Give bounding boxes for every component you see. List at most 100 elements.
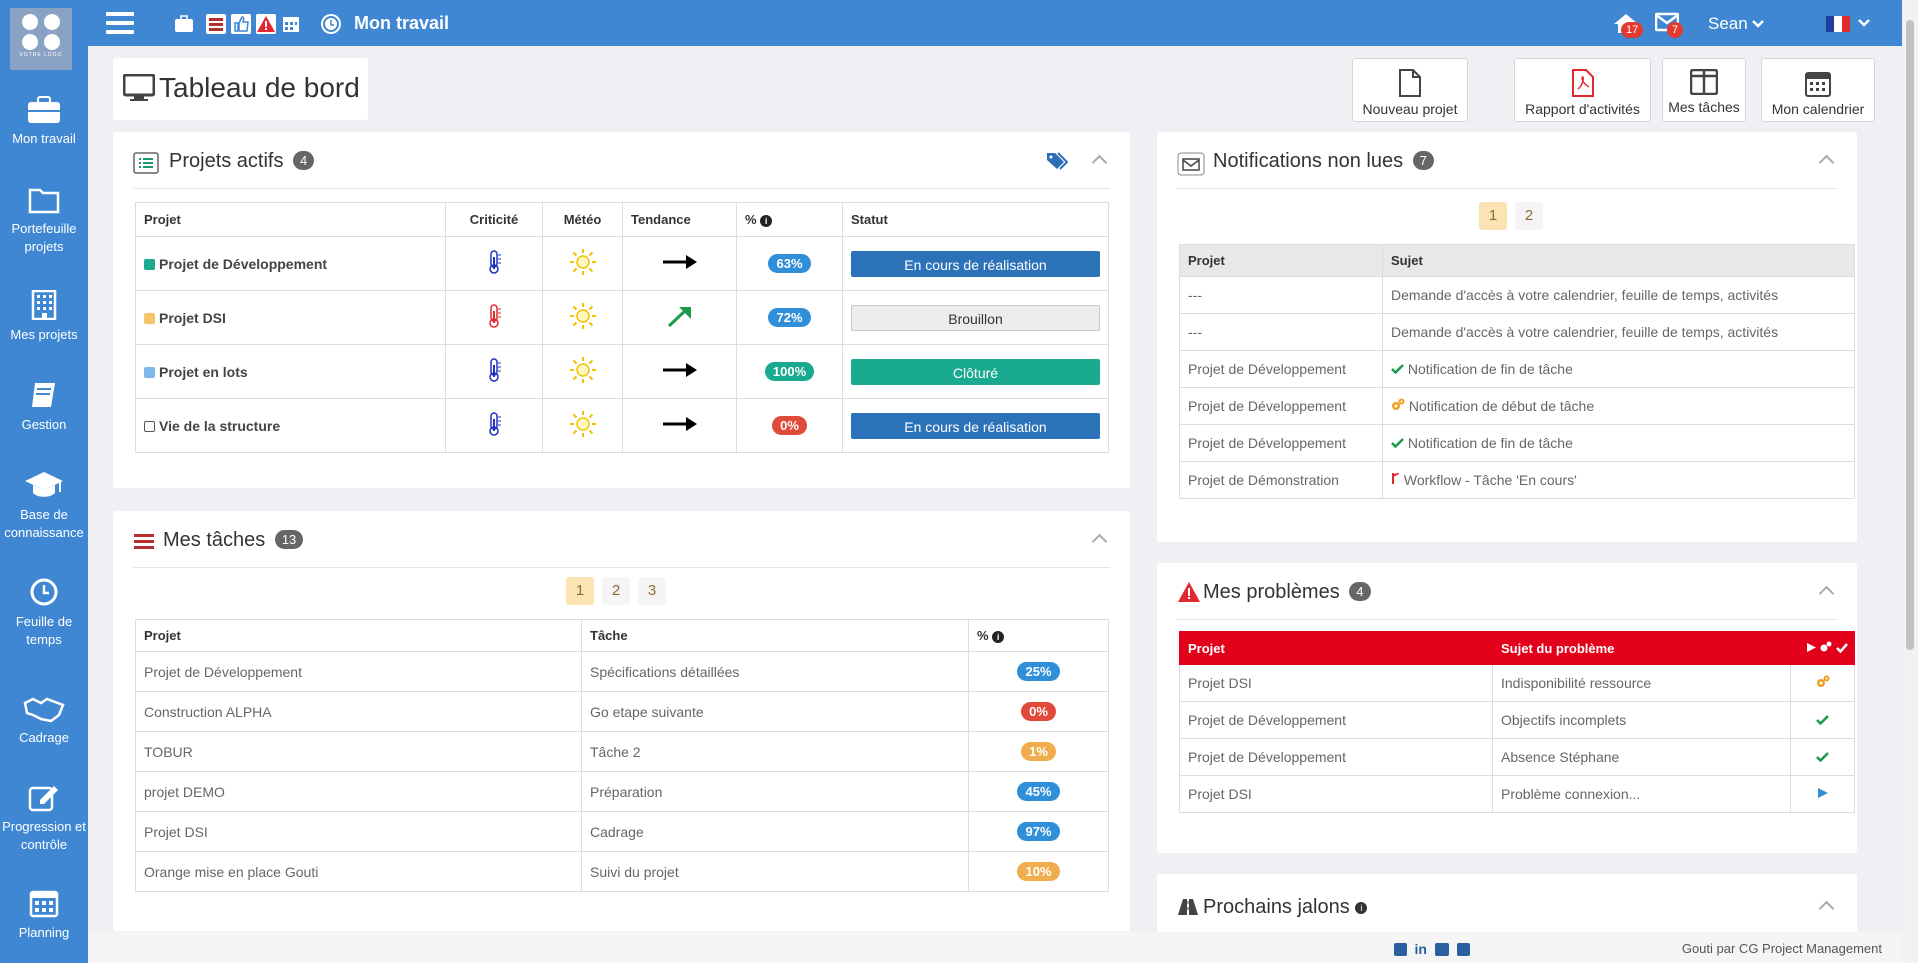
column-header[interactable]: % i (736, 202, 843, 237)
project-cell[interactable]: Projet de Développement (135, 236, 446, 291)
table-row[interactable]: projet DEMO Préparation 45% (135, 771, 1109, 812)
problem-status-cell[interactable] (1790, 701, 1855, 739)
menu-icon[interactable] (106, 12, 134, 34)
sidebar-item-gestion[interactable]: Gestion (0, 380, 88, 434)
task-name-cell[interactable]: Préparation (581, 771, 969, 812)
column-header[interactable]: Météo (542, 202, 623, 237)
sidebar-item-mon-travail[interactable]: Mon travail (0, 96, 88, 148)
project-cell[interactable]: Projet en lots (135, 344, 446, 399)
task-project-cell[interactable]: Orange mise en place Gouti (135, 851, 582, 892)
column-header[interactable]: Tendance (622, 202, 737, 237)
scrollbar-thumb[interactable] (1906, 20, 1914, 650)
language-flag-icon[interactable] (1826, 16, 1850, 32)
tags-icon[interactable] (1046, 152, 1068, 170)
notification-subject-cell[interactable]: Workflow - Tâche 'En cours' (1382, 461, 1855, 499)
task-project-cell[interactable]: Projet de Développement (135, 651, 582, 692)
table-row[interactable]: Projet en lots 100% Clôturé (135, 344, 1109, 399)
column-header[interactable]: Tâche (581, 619, 969, 652)
table-row[interactable]: Projet de Développement Notification de … (1179, 350, 1855, 388)
column-header[interactable]: Criticité (445, 202, 543, 237)
problem-subject-cell[interactable]: Objectifs incomplets (1492, 701, 1791, 739)
column-header[interactable]: Sujet du problème (1492, 631, 1791, 665)
problem-project-cell[interactable]: Projet de Développement (1179, 738, 1493, 776)
thumbs-up-shortcut-icon[interactable] (231, 14, 251, 34)
table-row[interactable]: Construction ALPHA Go etape suivante 0% (135, 691, 1109, 732)
problem-status-cell[interactable] (1790, 664, 1855, 702)
problem-project-cell[interactable]: Projet de Développement (1179, 701, 1493, 739)
column-header[interactable]: Sujet (1382, 244, 1855, 277)
notification-project-cell[interactable]: --- (1179, 313, 1383, 351)
table-row[interactable]: Projet de Développement Objectifs incomp… (1179, 701, 1855, 739)
task-name-cell[interactable]: Tâche 2 (581, 731, 969, 772)
column-header[interactable]: Projet (1179, 631, 1493, 665)
briefcase-shortcut-icon[interactable] (174, 14, 194, 34)
task-project-cell[interactable]: Construction ALPHA (135, 691, 582, 732)
problem-subject-cell[interactable]: Problème connexion... (1492, 775, 1791, 813)
task-name-cell[interactable]: Go etape suivante (581, 691, 969, 732)
table-row[interactable]: Orange mise en place Gouti Suivi du proj… (135, 851, 1109, 892)
sidebar-item-cadrage[interactable]: Cadrage (0, 695, 88, 747)
sidebar-item-mes-projets[interactable]: Mes projets (0, 290, 88, 344)
task-project-cell[interactable]: projet DEMO (135, 771, 582, 812)
problem-status-cell[interactable] (1790, 775, 1855, 813)
column-header[interactable]: Statut (842, 202, 1109, 237)
notification-subject-cell[interactable]: Notification de fin de tâche (1382, 424, 1855, 462)
youtube-icon[interactable] (1435, 942, 1449, 956)
project-cell[interactable]: Vie de la structure (135, 398, 446, 453)
clock-shortcut-icon[interactable] (321, 14, 341, 34)
table-row[interactable]: Projet de Développement Notification de … (1179, 387, 1855, 425)
problem-project-cell[interactable]: Projet DSI (1179, 775, 1493, 813)
problem-subject-cell[interactable]: Absence Stéphane (1492, 738, 1791, 776)
table-row[interactable]: Projet de Démonstration Workflow - Tâche… (1179, 461, 1855, 499)
task-project-cell[interactable]: Projet DSI (135, 811, 582, 852)
table-row[interactable]: TOBUR Tâche 2 1% (135, 731, 1109, 772)
problem-status-cell[interactable] (1790, 738, 1855, 776)
page-button[interactable]: 1 (566, 577, 594, 605)
status-badge[interactable]: En cours de réalisation (851, 412, 1100, 439)
task-name-cell[interactable]: Suivi du projet (581, 851, 969, 892)
notification-project-cell[interactable]: Projet de Démonstration (1179, 461, 1383, 499)
notification-project-cell[interactable]: --- (1179, 276, 1383, 314)
page-button[interactable]: 1 (1479, 202, 1507, 230)
table-row[interactable]: Projet de Développement Spécifications d… (135, 651, 1109, 692)
sidebar-item-progression[interactable]: Progression et contrôle (0, 782, 88, 854)
alerts-button[interactable]: 17 (1613, 12, 1644, 38)
collapse-button[interactable] (1092, 531, 1106, 545)
blog-icon[interactable] (1393, 942, 1407, 956)
linkedin-icon[interactable]: in (1415, 941, 1427, 957)
table-row[interactable]: Projet DSI 72% Brouillon (135, 290, 1109, 345)
status-badge[interactable]: Clôturé (851, 358, 1100, 385)
page-button[interactable]: 2 (602, 577, 630, 605)
collapse-button[interactable] (1819, 583, 1833, 597)
news-icon[interactable] (1457, 942, 1470, 956)
table-row[interactable]: --- Demande d'accès à votre calendrier, … (1179, 276, 1855, 314)
collapse-button[interactable] (1819, 898, 1833, 912)
logo[interactable]: VOTRE LOGO (10, 8, 72, 70)
sidebar-item-feuille-temps[interactable]: Feuille de temps (0, 577, 88, 649)
table-row[interactable]: Projet de Développement Notification de … (1179, 424, 1855, 462)
collapse-button[interactable] (1092, 152, 1106, 166)
table-row[interactable]: --- Demande d'accès à votre calendrier, … (1179, 313, 1855, 351)
table-row[interactable]: Projet de Développement Absence Stéphane (1179, 738, 1855, 776)
column-header[interactable]: Projet (1179, 244, 1383, 277)
status-badge[interactable]: En cours de réalisation (851, 250, 1100, 277)
table-row[interactable]: Projet DSI Cadrage 97% (135, 811, 1109, 852)
problem-project-cell[interactable]: Projet DSI (1179, 664, 1493, 702)
table-row[interactable]: Projet DSI Problème connexion... (1179, 775, 1855, 813)
warning-shortcut-icon[interactable] (256, 14, 276, 34)
footer-credit[interactable]: Gouti par CG Project Management (1682, 941, 1882, 956)
notification-project-cell[interactable]: Projet de Développement (1179, 387, 1383, 425)
tasks-shortcut-icon[interactable] (206, 14, 226, 34)
notification-subject-cell[interactable]: Demande d'accès à votre calendrier, feui… (1382, 313, 1855, 351)
messages-button[interactable]: 7 (1654, 12, 1684, 38)
task-name-cell[interactable]: Spécifications détaillées (581, 651, 969, 692)
notification-subject-cell[interactable]: Demande d'accès à votre calendrier, feui… (1382, 276, 1855, 314)
new-project-button[interactable]: Nouveau projet (1352, 58, 1468, 122)
sidebar-item-portefeuille[interactable]: Portefeuille projets (0, 186, 88, 256)
user-menu[interactable]: Sean (1708, 14, 1765, 34)
column-header[interactable]: Projet (135, 202, 446, 237)
table-row[interactable]: Projet DSI Indisponibilité ressource (1179, 664, 1855, 702)
scrollbar[interactable] (1902, 0, 1918, 963)
sidebar-item-planning[interactable]: Planning (0, 888, 88, 942)
status-badge[interactable]: Brouillon (851, 304, 1100, 331)
